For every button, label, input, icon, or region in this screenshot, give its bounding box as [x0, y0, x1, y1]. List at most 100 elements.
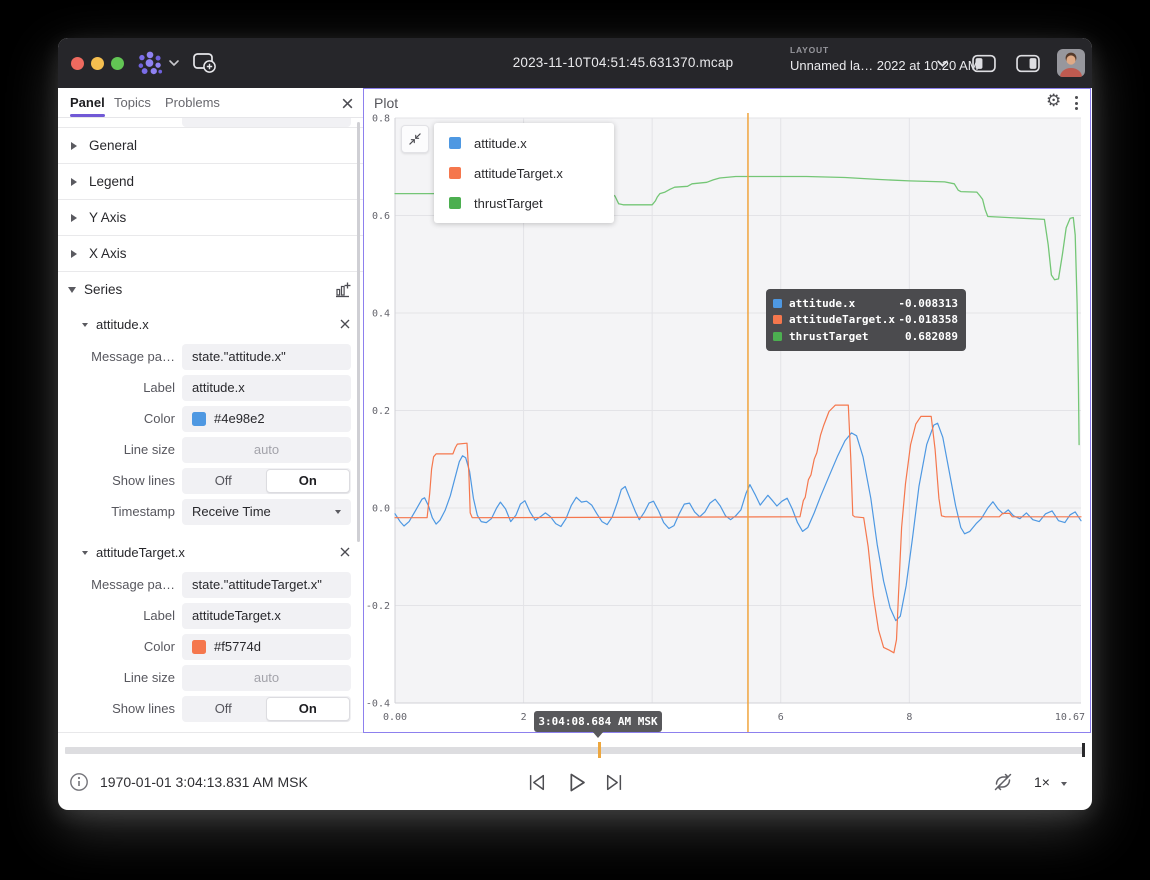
show-lines-on[interactable]: On — [266, 697, 351, 721]
color-swatch[interactable] — [192, 412, 206, 426]
section-series[interactable]: Series — [58, 271, 363, 307]
show-lines-off[interactable]: Off — [182, 696, 265, 722]
x-tick-label: 10.67 — [1055, 712, 1085, 723]
seek-time-tooltip: 3:04:08.684 AM MSK — [534, 711, 662, 732]
chevron-right-icon — [71, 214, 81, 222]
layout-chevron-icon[interactable] — [936, 59, 949, 68]
close-sidebar-icon[interactable] — [341, 97, 354, 110]
tab-problems[interactable]: Problems — [165, 88, 220, 118]
chevron-right-icon — [71, 142, 81, 150]
layout-label: LAYOUT — [790, 45, 979, 55]
field-timestamp: Timestamp Receive Time — [58, 496, 363, 527]
color-input[interactable]: #f5774d — [182, 634, 351, 660]
show-lines-off[interactable]: Off — [182, 468, 265, 494]
series-swatch — [773, 299, 782, 308]
playback-position-marker[interactable] — [598, 742, 601, 758]
series-swatch — [773, 315, 782, 324]
user-avatar[interactable] — [1057, 49, 1085, 77]
field-message-path: Message pa… state."attitudeTarget.x" — [58, 569, 363, 600]
field-label: Label attitudeTarget.x — [58, 600, 363, 631]
avatar-image — [1057, 49, 1085, 77]
foxglove-logo-icon[interactable] — [136, 50, 164, 76]
seek-backward-button[interactable] — [528, 773, 547, 792]
series-editor-attitude-x-header[interactable]: attitude.x — [58, 307, 363, 341]
seek-time-tooltip-caret — [592, 731, 604, 744]
message-path-input[interactable]: state."attitudeTarget.x" — [182, 572, 351, 598]
traffic-close-button[interactable] — [71, 57, 84, 70]
right-sidebar-toggle-button[interactable] — [1016, 54, 1040, 73]
series-swatch — [773, 332, 782, 341]
chevron-down-icon — [82, 551, 88, 558]
panel-settings-sidebar: Title Plot General Legend Y Axis X Axis … — [58, 118, 363, 733]
plot-legend: attitude.x attitudeTarget.x thrustTarget — [434, 123, 614, 223]
timestamp-select[interactable]: Receive Time — [182, 499, 351, 525]
title-field-value[interactable]: Plot — [182, 118, 351, 127]
info-icon[interactable] — [69, 772, 89, 792]
show-lines-on[interactable]: On — [266, 469, 351, 493]
chevron-right-icon — [71, 178, 81, 186]
plot-panel[interactable]: Plot ⚙ 0.80.60.40.20.0-0.2-0.40.00246810… — [363, 88, 1091, 733]
tab-panel[interactable]: Panel — [70, 88, 105, 118]
show-lines-toggle: Off On — [182, 468, 351, 494]
speed-chevron-icon[interactable] — [1061, 782, 1067, 789]
field-line-size: Line size auto — [58, 662, 363, 693]
field-label: Label attitude.x — [58, 372, 363, 403]
app-window: 2023-11-10T04:51:45.631370.mcap LAYOUT U… — [58, 38, 1092, 810]
section-legend[interactable]: Legend — [58, 163, 363, 199]
y-tick-label: 0.8 — [372, 114, 390, 125]
legend-item-attitude-target-x[interactable]: attitudeTarget.x — [434, 158, 614, 188]
field-line-size: Line size auto — [58, 434, 363, 465]
series-swatch — [449, 167, 461, 179]
message-path-input[interactable]: state."attitude.x" — [182, 344, 351, 370]
legend-collapse-button[interactable] — [401, 125, 429, 153]
setting-row-title-partial: Title Plot — [58, 118, 363, 127]
field-show-lines: Show lines Off On — [58, 693, 363, 724]
hover-values-tooltip: attitude.x -0.008313 attitudeTarget.x -0… — [766, 289, 966, 351]
remove-series-icon[interactable] — [339, 546, 351, 558]
loop-off-icon[interactable] — [992, 771, 1014, 793]
field-color: Color #4e98e2 — [58, 403, 363, 434]
chevron-down-icon — [82, 323, 88, 330]
tooltip-row: attitudeTarget.x -0.018358 — [773, 312, 958, 329]
color-input[interactable]: #4e98e2 — [182, 406, 351, 432]
tooltip-row: attitude.x -0.008313 — [773, 295, 958, 312]
tab-topics[interactable]: Topics — [114, 88, 151, 118]
legend-item-attitude-x[interactable]: attitude.x — [434, 128, 614, 158]
layout-selector[interactable]: LAYOUT Unnamed la… 2022 at 10:20 AM — [790, 45, 979, 73]
play-button[interactable] — [565, 771, 588, 794]
field-message-path: Message pa… state."attitude.x" — [58, 341, 363, 372]
data-source-chevron-icon[interactable] — [168, 59, 180, 67]
titlebar: 2023-11-10T04:51:45.631370.mcap LAYOUT U… — [58, 38, 1092, 88]
traffic-minimize-button[interactable] — [91, 57, 104, 70]
color-swatch[interactable] — [192, 640, 206, 654]
playback-scrubber[interactable] — [65, 747, 1085, 754]
y-tick-label: 0.2 — [372, 406, 390, 417]
remove-series-icon[interactable] — [339, 318, 351, 330]
label-input[interactable]: attitudeTarget.x — [182, 603, 351, 629]
traffic-zoom-button[interactable] — [111, 57, 124, 70]
seek-forward-button[interactable] — [604, 773, 623, 792]
playback-speed-selector[interactable]: 1× — [1034, 774, 1050, 790]
y-tick-label: -0.2 — [366, 601, 390, 612]
current-timestamp: 1970-01-01 3:04:13.831 AM MSK — [100, 774, 308, 790]
line-size-input[interactable]: auto — [182, 437, 351, 463]
line-size-input[interactable]: auto — [182, 665, 351, 691]
x-tick-label: 8 — [906, 712, 912, 723]
left-sidebar-toggle-button[interactable] — [972, 54, 996, 73]
y-tick-label: 0.0 — [372, 504, 390, 515]
sidebar-scrollbar[interactable] — [357, 122, 360, 542]
chevron-right-icon — [71, 250, 81, 258]
label-input[interactable]: attitude.x — [182, 375, 351, 401]
add-panel-button[interactable] — [192, 52, 218, 74]
section-x-axis[interactable]: X Axis — [58, 235, 363, 271]
add-series-icon[interactable] — [334, 281, 351, 298]
y-tick-label: -0.4 — [366, 699, 390, 710]
x-tick-label: 6 — [778, 712, 784, 723]
y-tick-label: 0.6 — [372, 211, 390, 222]
section-general[interactable]: General — [58, 127, 363, 163]
title-field-label: Title — [58, 118, 175, 121]
series-editor-attitude-target-x-header[interactable]: attitudeTarget.x — [58, 535, 363, 569]
section-y-axis[interactable]: Y Axis — [58, 199, 363, 235]
tooltip-row: thrustTarget 0.682089 — [773, 328, 958, 345]
legend-item-thrust-target[interactable]: thrustTarget — [434, 188, 614, 218]
